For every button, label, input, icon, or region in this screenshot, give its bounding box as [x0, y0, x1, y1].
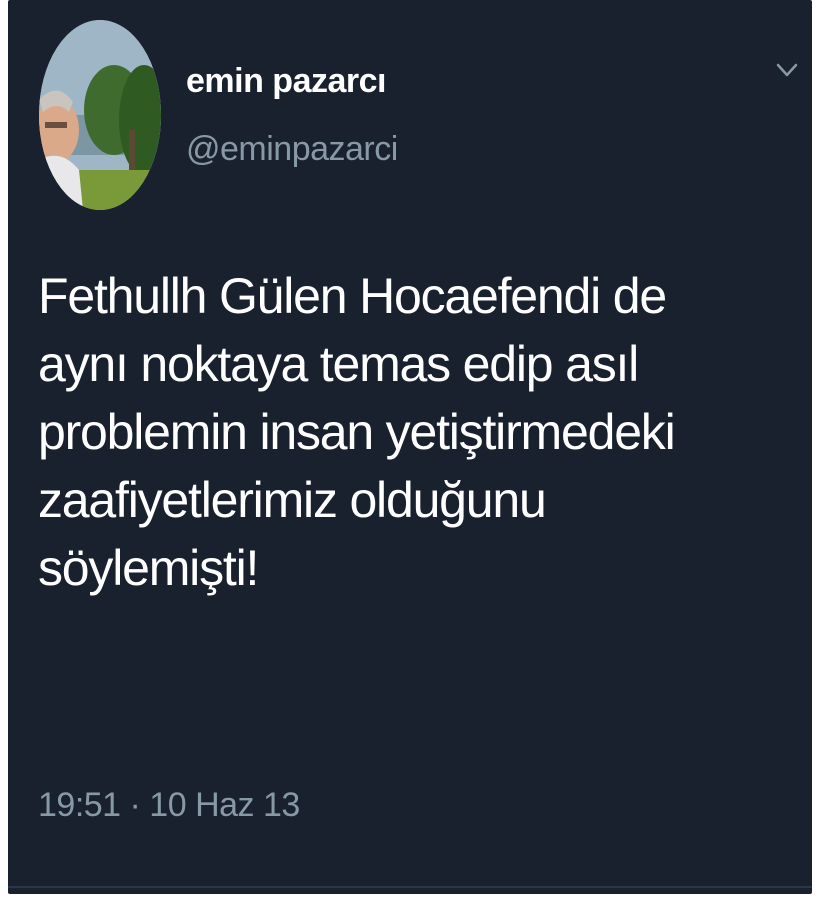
- avatar[interactable]: [39, 20, 161, 210]
- author-handle[interactable]: @eminpazarci: [186, 130, 398, 169]
- author-display-name[interactable]: emin pazarcı: [186, 62, 386, 101]
- tweet-timestamp[interactable]: 19:51 · 10 Haz 13: [38, 786, 300, 825]
- tweet-text: Fethullh Gülen Hocaefendi de aynı noktay…: [38, 268, 676, 596]
- avatar-photo: [39, 20, 161, 210]
- chevron-down-icon[interactable]: [774, 60, 800, 80]
- tweet-card: emin pazarcı @eminpazarci Fethullh Gülen…: [8, 0, 812, 894]
- divider: [8, 886, 812, 888]
